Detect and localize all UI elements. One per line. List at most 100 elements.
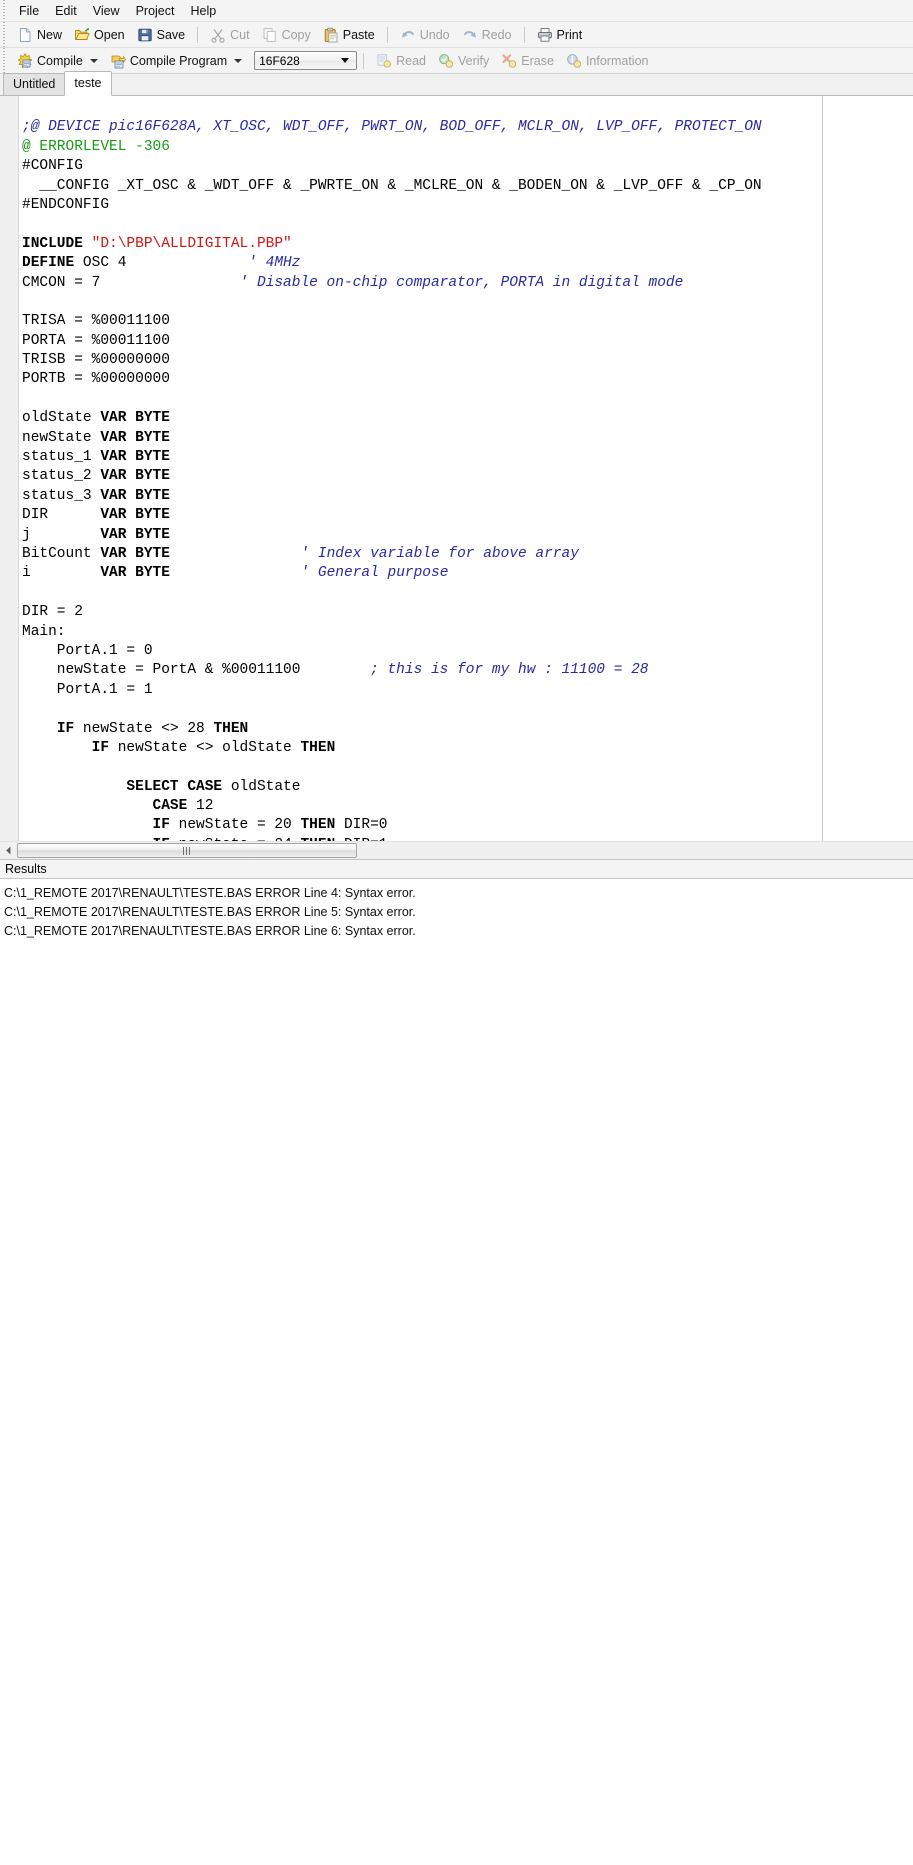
menu-help[interactable]: Help bbox=[182, 1, 224, 21]
code-token: ; this is for my hw : 11100 = 28 bbox=[370, 662, 648, 678]
chevron-down-icon[interactable] bbox=[234, 59, 242, 63]
paste-button[interactable]: Paste bbox=[317, 24, 381, 46]
triangle-left-icon[interactable] bbox=[0, 843, 16, 859]
code-token: oldState bbox=[222, 779, 300, 795]
compile-program-button[interactable]: Compile Program bbox=[104, 50, 248, 72]
chevron-down-icon[interactable] bbox=[341, 58, 349, 63]
code-line bbox=[22, 99, 913, 118]
code-token bbox=[22, 779, 126, 795]
code-token: IF bbox=[92, 740, 109, 756]
code-line bbox=[22, 700, 913, 719]
code-token: __CONFIG _XT_OSC & _WDT_OFF & _PWRTE_ON … bbox=[22, 178, 762, 194]
code-line: oldState VAR BYTE bbox=[22, 409, 913, 428]
editor-tab-teste[interactable]: teste bbox=[64, 71, 111, 96]
code-line: DIR = 2 bbox=[22, 603, 913, 622]
new-file-icon bbox=[17, 27, 33, 43]
file-toolbar: New Open Save Cut Copy Paste Undo Redo Print bbox=[0, 22, 913, 48]
menu-file[interactable]: File bbox=[11, 1, 47, 21]
code-line: PortA.1 = 1 bbox=[22, 681, 913, 700]
verify-check-icon bbox=[438, 53, 454, 69]
code-token: VAR BYTE bbox=[100, 410, 170, 426]
code-line bbox=[22, 584, 913, 603]
redo-button-label: Redo bbox=[482, 27, 512, 43]
save-button-label: Save bbox=[157, 27, 186, 43]
results-panel-header: Results bbox=[0, 859, 913, 879]
code-editor[interactable]: ;@ DEVICE pic16F628A, XT_OSC, WDT_OFF, P… bbox=[0, 96, 913, 841]
erase-button: Erase bbox=[495, 50, 560, 72]
read-button-label: Read bbox=[396, 53, 426, 69]
code-token: #CONFIG bbox=[22, 158, 83, 174]
code-token bbox=[22, 740, 92, 756]
new-button[interactable]: New bbox=[11, 24, 68, 46]
code-token: newState <> oldState bbox=[109, 740, 300, 756]
code-token: newState bbox=[22, 430, 100, 446]
code-token: status_3 bbox=[22, 488, 100, 504]
copy-button-label: Copy bbox=[282, 27, 311, 43]
code-line bbox=[22, 758, 913, 777]
code-line: PORTB = %00000000 bbox=[22, 370, 913, 389]
code-token: VAR BYTE bbox=[100, 468, 170, 484]
print-button[interactable]: Print bbox=[531, 24, 589, 46]
code-token: IF bbox=[153, 817, 170, 833]
open-folder-icon bbox=[74, 27, 90, 43]
code-line: TRISA = %00011100 bbox=[22, 312, 913, 331]
code-line bbox=[22, 390, 913, 409]
open-button-label: Open bbox=[94, 27, 125, 43]
information-button: Information bbox=[560, 50, 655, 72]
cut-button-label: Cut bbox=[230, 27, 249, 43]
code-token: newState = 20 bbox=[170, 817, 301, 833]
code-token: THEN bbox=[300, 817, 335, 833]
code-token: VAR BYTE bbox=[100, 527, 170, 543]
file-toolbar-drag-handle[interactable] bbox=[2, 22, 7, 47]
code-line: ;@ DEVICE pic16F628A, XT_OSC, WDT_OFF, P… bbox=[22, 118, 913, 137]
code-line: newState = PortA & %00011100 ; this is f… bbox=[22, 661, 913, 680]
information-icon bbox=[566, 53, 582, 69]
scroll-thumb-grip-icon bbox=[183, 847, 191, 855]
scissors-icon bbox=[210, 27, 226, 43]
chevron-down-icon[interactable] bbox=[90, 59, 98, 63]
menu-edit[interactable]: Edit bbox=[47, 1, 85, 21]
code-line: #ENDCONFIG bbox=[22, 196, 913, 215]
code-line: j VAR BYTE bbox=[22, 526, 913, 545]
open-button[interactable]: Open bbox=[68, 24, 131, 46]
code-token: Main: bbox=[22, 624, 66, 640]
result-error-line[interactable]: C:\1_REMOTE 2017\RENAULT\TESTE.BAS ERROR… bbox=[4, 903, 913, 922]
editor-horizontal-scrollbar[interactable] bbox=[0, 841, 913, 859]
code-token: PORTA = %00011100 bbox=[22, 333, 170, 349]
information-button-label: Information bbox=[586, 53, 649, 69]
code-line: IF newState <> oldState THEN bbox=[22, 739, 913, 758]
code-token: j bbox=[22, 527, 100, 543]
read-icon bbox=[376, 53, 392, 69]
code-token: PORTB = %00000000 bbox=[22, 371, 170, 387]
code-line: #CONFIG bbox=[22, 157, 913, 176]
horizontal-scroll-thumb[interactable] bbox=[17, 843, 357, 858]
verify-button: Verify bbox=[432, 50, 495, 72]
result-error-line[interactable]: C:\1_REMOTE 2017\RENAULT\TESTE.BAS ERROR… bbox=[4, 884, 913, 903]
results-panel-body[interactable]: C:\1_REMOTE 2017\RENAULT\TESTE.BAS ERROR… bbox=[0, 879, 913, 1865]
code-token: newState <> 28 bbox=[74, 721, 213, 737]
menubar-drag-handle[interactable] bbox=[2, 0, 7, 21]
menu-project[interactable]: Project bbox=[128, 1, 183, 21]
code-line bbox=[22, 215, 913, 234]
code-line: CMCON = 7 ' Disable on-chip comparator, … bbox=[22, 274, 913, 293]
code-line: TRISB = %00000000 bbox=[22, 351, 913, 370]
code-line: PORTA = %00011100 bbox=[22, 332, 913, 351]
compile-toolbar-drag-handle[interactable] bbox=[2, 48, 7, 73]
code-token bbox=[22, 817, 153, 833]
code-token: INCLUDE bbox=[22, 236, 83, 252]
menu-items: FileEditViewProjectHelp bbox=[11, 1, 224, 21]
undo-arrow-icon bbox=[400, 27, 416, 43]
device-select[interactable]: 16F628 bbox=[254, 51, 357, 70]
compile-button[interactable]: Compile bbox=[11, 50, 104, 72]
code-line: BitCount VAR BYTE ' Index variable for a… bbox=[22, 545, 913, 564]
paste-icon bbox=[323, 27, 339, 43]
editor-code-text[interactable]: ;@ DEVICE pic16F628A, XT_OSC, WDT_OFF, P… bbox=[22, 99, 913, 841]
code-token: DIR = 2 bbox=[22, 604, 83, 620]
save-button[interactable]: Save bbox=[131, 24, 192, 46]
result-error-line[interactable]: C:\1_REMOTE 2017\RENAULT\TESTE.BAS ERROR… bbox=[4, 922, 913, 941]
toolbar-separator bbox=[197, 27, 198, 43]
editor-tab-untitled[interactable]: Untitled bbox=[3, 73, 65, 95]
menu-view[interactable]: View bbox=[85, 1, 128, 21]
undo-button: Undo bbox=[394, 24, 456, 46]
code-token: TRISA = %00011100 bbox=[22, 313, 170, 329]
